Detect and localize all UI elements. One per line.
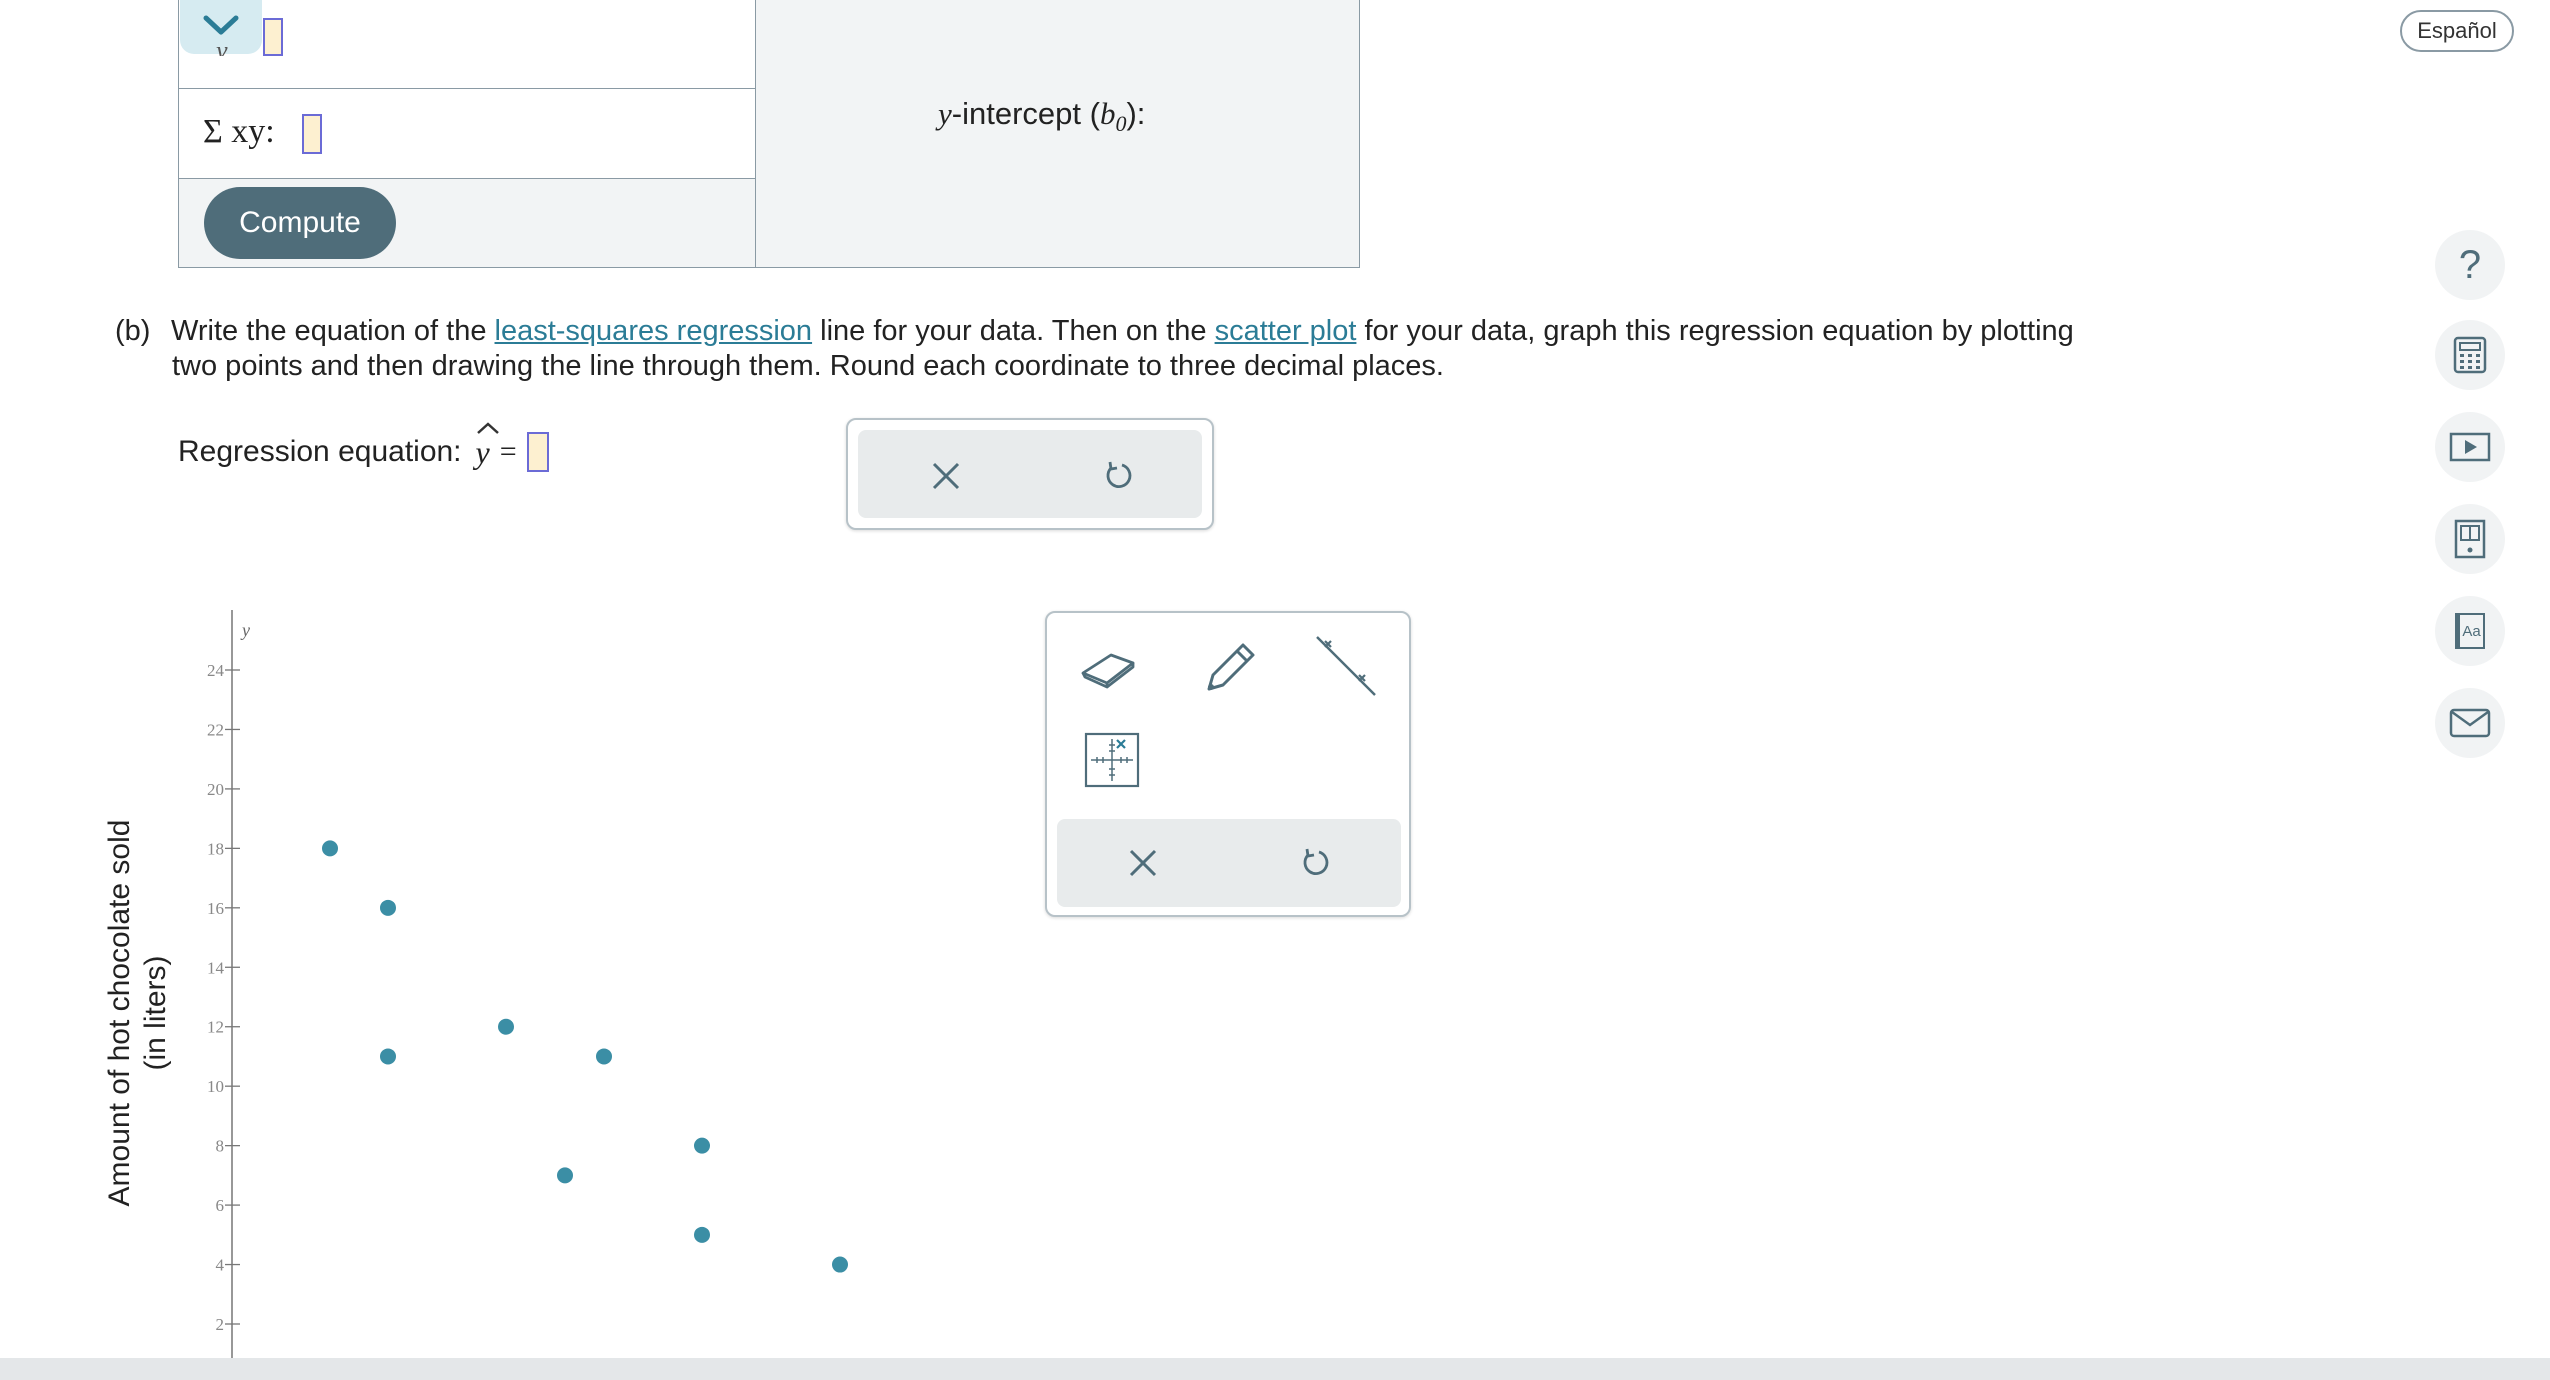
y-hat-symbol: y (476, 421, 499, 471)
y-tick-label-16: 16 (207, 899, 224, 918)
regression-equation-row: Regression equation: y = (178, 421, 549, 472)
y-axis-title-line1: Amount of hot chocolate sold (103, 819, 136, 1207)
y-intercept-label: y-intercept (b0): (938, 96, 1146, 137)
point-tool-icon[interactable] (1083, 731, 1141, 789)
y-tick-label-4: 4 (216, 1256, 225, 1275)
sum-xy-label: Σ xy: (203, 112, 275, 151)
glossary-button[interactable]: Aa (2435, 596, 2505, 666)
equation-action-popup (846, 418, 1214, 530)
row1-answer-box[interactable] (263, 18, 283, 56)
bottom-scroll-strip (0, 1358, 2550, 1380)
y-tick-label-18: 18 (207, 839, 224, 858)
y-tick-label-2: 2 (216, 1315, 225, 1334)
data-point (380, 1048, 396, 1065)
regression-answer-box[interactable] (526, 432, 549, 472)
y-tick-label-22: 22 (207, 720, 224, 739)
row1-partial-label: y (216, 36, 228, 56)
line-tool-icon[interactable] (1311, 631, 1381, 701)
scatter-plot-link[interactable]: scatter plot (1215, 315, 1357, 347)
y-tick-label-12: 12 (207, 1018, 224, 1037)
y-tick-label-20: 20 (207, 780, 224, 799)
graph-undo-icon[interactable] (1297, 845, 1333, 881)
data-point (694, 1226, 710, 1243)
y-axis-variable: y (240, 620, 250, 640)
mail-icon (2449, 708, 2491, 738)
compute-button[interactable]: Compute (204, 187, 396, 259)
y-tick-label-10: 10 (207, 1077, 224, 1096)
data-point (596, 1048, 612, 1065)
graph-action-bar (1057, 819, 1401, 907)
y-tick-label-14: 14 (207, 958, 225, 977)
equation-action-bar (858, 430, 1202, 518)
part-label: (b) (115, 315, 151, 347)
data-point (557, 1167, 573, 1184)
language-toggle-button[interactable]: Español (2400, 10, 2514, 52)
scatter-plot[interactable]: y24681012141618202224 (150, 600, 1150, 1360)
message-button[interactable] (2435, 688, 2505, 758)
calculator-button[interactable] (2435, 320, 2505, 390)
video-icon (2449, 432, 2491, 462)
regression-label: Regression equation: (178, 435, 462, 468)
graph-tools-panel (1045, 611, 1411, 917)
least-squares-regression-link[interactable]: least-squares regression (495, 315, 813, 347)
data-point (694, 1137, 710, 1154)
help-icon: ? (2458, 242, 2482, 287)
glossary-icon: Aa (2455, 613, 2485, 649)
data-point (832, 1256, 848, 1273)
eraser-icon[interactable] (1077, 641, 1141, 691)
textbook-button[interactable] (2435, 504, 2505, 574)
data-point (498, 1018, 514, 1035)
question-line2: two points and then drawing the line thr… (172, 350, 1444, 382)
y-tick-label-24: 24 (207, 661, 225, 680)
textbook-icon (2454, 519, 2486, 559)
undo-icon[interactable] (1100, 458, 1136, 494)
sum-xy-answer-box[interactable] (302, 114, 322, 154)
graph-clear-x-icon[interactable] (1125, 845, 1161, 881)
pencil-icon[interactable] (1199, 635, 1263, 699)
calculator-icon (2453, 336, 2487, 374)
y-tick-label-8: 8 (216, 1137, 225, 1156)
y-tick-label-6: 6 (216, 1196, 225, 1215)
question-part-b: (b) Write the equation of the least-squar… (115, 315, 2074, 382)
help-button[interactable]: ? (2435, 230, 2505, 300)
data-point (322, 840, 338, 857)
sum-xy-text: Σ xy: (203, 113, 275, 150)
data-point (380, 899, 396, 916)
clear-x-icon[interactable] (928, 458, 964, 494)
hat-icon (476, 421, 499, 434)
video-button[interactable] (2435, 412, 2505, 482)
